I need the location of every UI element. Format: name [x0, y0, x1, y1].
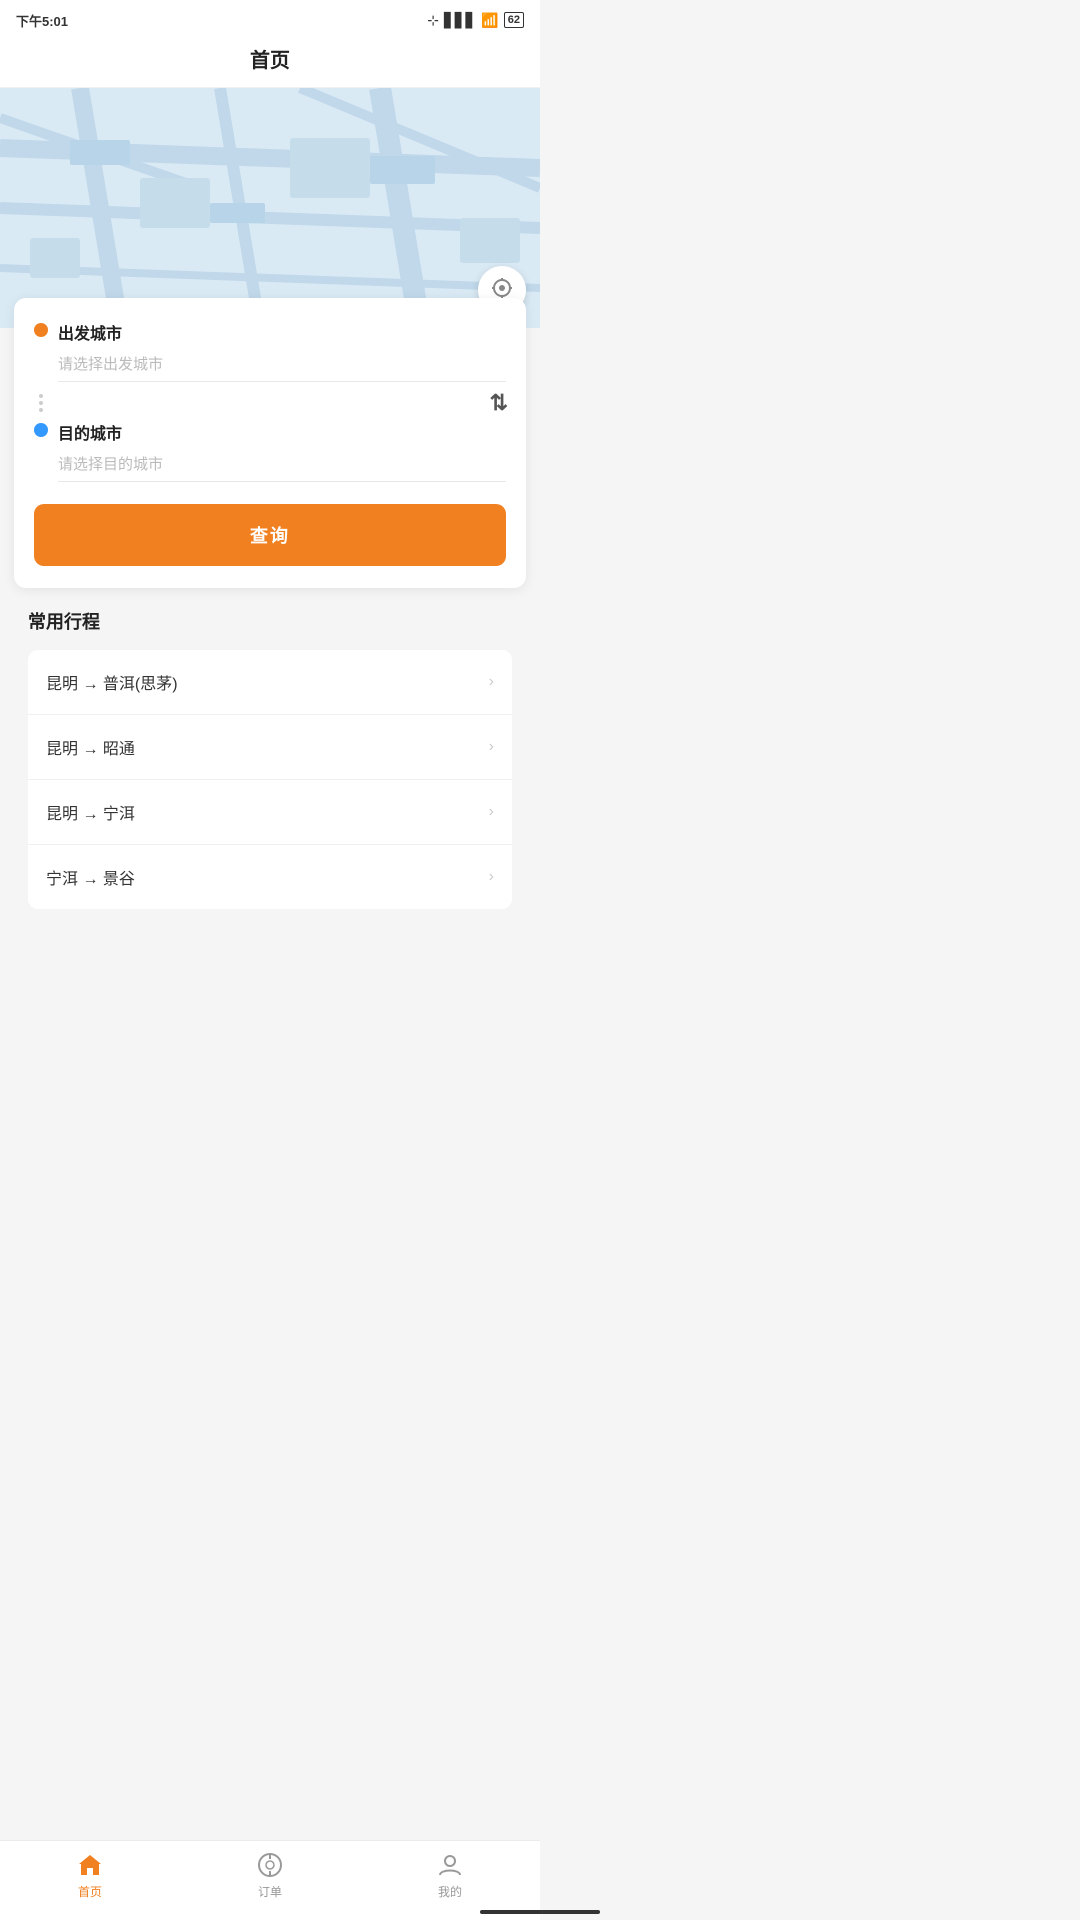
route-item[interactable]: 昆明 → 宁洱 › — [28, 780, 512, 845]
destination-row: 目的城市 — [34, 420, 506, 482]
destination-input[interactable] — [58, 450, 506, 482]
header: 首页 — [0, 36, 540, 88]
common-routes-title: 常用行程 — [28, 608, 512, 634]
common-routes-section: 常用行程 昆明 → 普洱(思茅) › 昆明 → 昭通 › 昆明 → 宁洱 › 宁… — [0, 588, 540, 919]
home-indicator — [480, 1910, 600, 1914]
status-bar: 下午5:01 ⊹ ▋▋▋ 📶 62 — [0, 0, 540, 36]
destination-label: 目的城市 — [58, 420, 506, 444]
order-icon — [256, 1851, 284, 1879]
home-icon — [76, 1851, 104, 1879]
nav-home-label: 首页 — [78, 1883, 102, 1900]
route-text: 宁洱 → 景谷 — [46, 865, 135, 889]
departure-label: 出发城市 — [58, 320, 506, 344]
user-icon — [436, 1851, 464, 1879]
status-icons: ⊹ ▋▋▋ 📶 62 — [427, 12, 524, 29]
route-item[interactable]: 昆明 → 昭通 › — [28, 715, 512, 780]
divider-section: ⇅ — [34, 386, 506, 420]
status-time: 下午5:01 — [16, 11, 68, 30]
route-text: 昆明 → 昭通 — [46, 735, 135, 759]
chevron-right-icon: › — [489, 803, 494, 821]
nav-profile[interactable]: 我的 — [360, 1851, 540, 1900]
departure-field: 出发城市 — [58, 320, 506, 382]
signal-icon: ▋▋▋ — [444, 12, 476, 29]
departure-input[interactable] — [58, 350, 506, 382]
chevron-right-icon: › — [489, 738, 494, 756]
route-text: 昆明 → 宁洱 — [46, 800, 135, 824]
nav-profile-label: 我的 — [438, 1883, 462, 1900]
departure-dot — [34, 323, 48, 337]
search-card: 出发城市 ⇅ 目的城市 查询 — [14, 298, 526, 588]
route-item[interactable]: 宁洱 → 景谷 › — [28, 845, 512, 909]
chevron-right-icon: › — [489, 673, 494, 691]
route-text: 昆明 → 普洱(思茅) — [46, 670, 178, 694]
nav-orders-label: 订单 — [258, 1883, 282, 1900]
route-item[interactable]: 昆明 → 普洱(思茅) › — [28, 650, 512, 715]
map-svg — [0, 88, 540, 328]
nav-orders[interactable]: 订单 — [180, 1851, 360, 1900]
bluetooth-icon: ⊹ — [427, 12, 439, 29]
swap-button[interactable]: ⇅ — [490, 390, 506, 416]
battery-icon: 62 — [504, 12, 524, 28]
destination-dot — [34, 423, 48, 437]
route-list: 昆明 → 普洱(思茅) › 昆明 → 昭通 › 昆明 → 宁洱 › 宁洱 → 景… — [28, 650, 512, 909]
query-button[interactable]: 查询 — [34, 504, 506, 566]
chevron-right-icon: › — [489, 868, 494, 886]
departure-row: 出发城市 — [34, 320, 506, 382]
map-area — [0, 88, 540, 328]
vertical-dots — [39, 394, 43, 412]
bottom-nav: 首页 订单 我的 — [0, 1840, 540, 1920]
nav-home[interactable]: 首页 — [0, 1851, 180, 1900]
wifi-icon: 📶 — [481, 12, 498, 29]
destination-field: 目的城市 — [58, 420, 506, 482]
page-title: 首页 — [250, 50, 290, 72]
